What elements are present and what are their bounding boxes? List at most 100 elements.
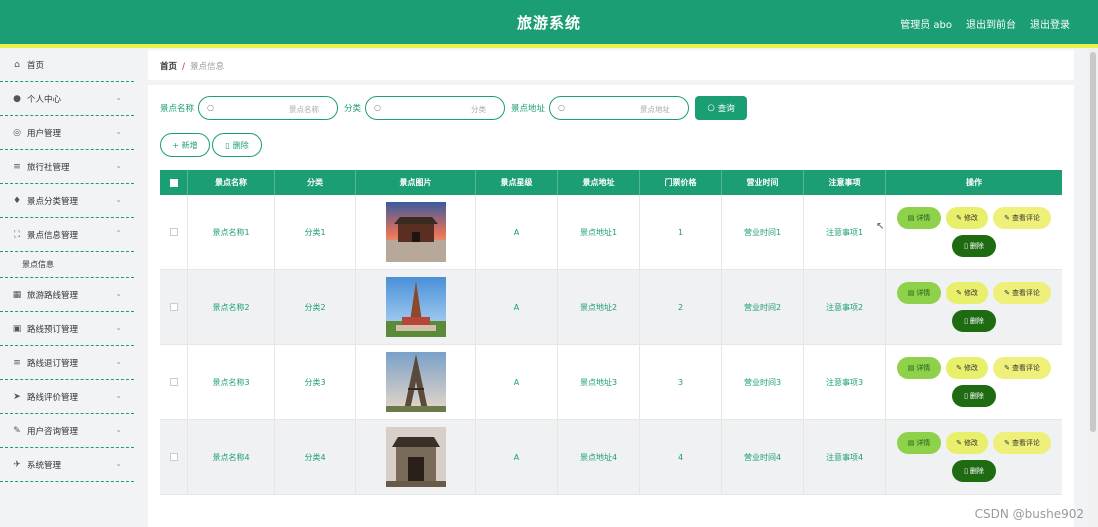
detail-button[interactable]: ▤ 详情 [897,207,941,229]
action-row: + 新增 ▯ 删除 [160,133,262,157]
chat-icon: ✎ [13,425,21,436]
table-header: 景点名称 分类 景点图片 景点星级 景点地址 门票价格 营业时间 注意事项 操作 [160,170,1062,195]
pencil-icon: ✎ [956,364,962,372]
edit-button-label: 修改 [963,289,978,297]
search-icon: ○ [558,103,566,112]
row-checkbox[interactable] [169,378,178,386]
col-header: 操作 [966,178,982,187]
detail-button-label: 详情 [916,289,931,297]
breadcrumb-home[interactable]: 首页 [160,62,177,72]
search-icon: ○ [207,103,214,112]
sidebar-item-spot-category[interactable]: ♦ 景点分类管理 ⌄ [0,184,134,218]
delete-button[interactable]: ▯ 删除 [952,235,996,257]
sidebar-item-route-booking[interactable]: ▣ 路线预订管理 ⌄ [0,312,134,346]
logout-link[interactable]: 退出登录 [1030,16,1070,31]
cell-image [356,270,476,344]
cell-address: 景点地址2 [558,270,640,344]
sidebar-item-route-cancel[interactable]: ≡ 路线退订管理 ⌄ [0,346,134,380]
trash-icon: ▯ [964,392,968,400]
spot-photo-eiffel-tower [385,352,446,412]
spot-name-input[interactable]: ○ 景点名称 [198,96,339,120]
sidebar-item-travel-agency[interactable]: ≡ 旅行社管理 ⌄ [0,150,134,184]
spot-name-label: 景点名称 [160,104,195,114]
view-comments-button[interactable]: ✎ 查看评论 [993,432,1051,454]
view-comments-button[interactable]: ✎ 查看评论 [993,357,1051,379]
top-header: 旅游系统 管理员 abo 退出到前台 退出登录 [0,0,1098,44]
chevron-down-icon: ⌄ [115,127,122,136]
sidebar-item-spot-info[interactable]: ⛶ 景点信息管理 ⌃ [0,218,134,252]
row-checkbox[interactable] [169,453,178,461]
col-header: 分类 [275,170,356,195]
sidebar-item-label: 路线评价管理 [27,392,79,403]
trash-icon: ▯ [225,140,230,150]
query-button-label: 查询 [717,104,735,114]
sidebar-item-personal-center[interactable]: ● 个人中心 ⌄ [0,82,134,116]
table-row: 景点名称3 分类3 A 景点地址3 3 营业时间3 注意事项3 ▤ 详情 ✎ 修… [160,345,1062,420]
row-select-cell [160,195,188,269]
cell-price: 3 [640,345,722,419]
cell-price: 2 [640,270,722,344]
col-header: 门票价格 [640,170,722,195]
sidebar-item-system[interactable]: ✈ 系统管理 ⌄ [0,448,134,482]
detail-button[interactable]: ▤ 详情 [897,432,941,454]
category-placeholder: 分类 [471,105,487,114]
sidebar-item-home[interactable]: ⌂ 首页 [0,48,134,82]
delete-button[interactable]: ▯ 删除 [952,310,996,332]
row-checkbox[interactable] [169,228,178,236]
admin-label: 管理员 abo [900,20,952,31]
select-all-checkbox[interactable] [169,178,178,187]
cell-operations: ▤ 详情 ✎ 修改 ✎ 查看评论 ▯ 删除 [886,270,1062,344]
detail-button[interactable]: ▤ 详情 [897,357,941,379]
col-header: 景点名称 [188,170,275,195]
cell-notes: 注意事项4 [804,420,886,494]
table-row: 景点名称4 分类4 A 景点地址4 4 营业时间4 注意事项4 ▤ 详情 ✎ 修… [160,420,1062,495]
chevron-down-icon: ⌄ [115,391,122,400]
view-comments-button[interactable]: ✎ 查看评论 [993,207,1051,229]
chevron-down-icon: ⌄ [115,459,122,468]
cell-hours: 营业时间2 [722,270,804,344]
sidebar-subitem-spot-info[interactable]: 景点信息 [0,252,134,278]
delete-button[interactable]: ▯ 删除 [952,385,996,407]
sidebar-item-routes[interactable]: ▦ 旅游路线管理 ⌄ [0,278,134,312]
category-label: 分类 [344,104,362,114]
scrollbar-thumb[interactable] [1090,52,1096,432]
chevron-down-icon: ⌄ [115,289,122,298]
sidebar-item-label: 用户咨询管理 [27,426,79,437]
cell-address: 景点地址4 [558,420,640,494]
breadcrumb-current: 景点信息 [190,62,225,72]
row-checkbox[interactable] [169,303,178,311]
send-icon: ➤ [13,391,21,402]
cell-operations: ▤ 详情 ✎ 修改 ✎ 查看评论 ▯ 删除 [886,345,1062,419]
doc-icon: ▤ [907,289,915,297]
batch-delete-button[interactable]: ▯ 删除 [212,133,262,157]
view-comments-button[interactable]: ✎ 查看评论 [993,282,1051,304]
page-scrollbar[interactable] [1088,48,1098,527]
mouse-cursor-icon: ↖ [876,221,885,232]
delete-button-label: 删除 [969,242,984,250]
col-header: 注意事项 [804,170,886,195]
spot-address-input[interactable]: ○ 景点地址 [549,96,690,120]
add-button[interactable]: + 新增 [160,133,210,157]
exit-to-front-link[interactable]: 退出到前台 [966,16,1016,31]
sidebar-item-label: 路线退订管理 [27,358,79,369]
category-input[interactable]: ○ 分类 [365,96,506,120]
edit-button[interactable]: ✎ 修改 [946,357,988,379]
search-icon: ○ [707,103,715,113]
cell-image [356,195,476,269]
detail-button[interactable]: ▤ 详情 [897,282,941,304]
chevron-down-icon: ⌄ [115,161,122,170]
pencil-icon: ✎ [1004,439,1010,447]
edit-button[interactable]: ✎ 修改 [946,207,988,229]
sidebar-item-label: 首页 [27,60,45,71]
header-actions: 管理员 abo 退出到前台 退出登录 [900,16,1070,31]
sidebar-item-user-consult[interactable]: ✎ 用户咨询管理 ⌄ [0,414,134,448]
sidebar-item-users[interactable]: ◎ 用户管理 ⌄ [0,116,134,150]
sidebar-item-route-review[interactable]: ➤ 路线评价管理 ⌄ [0,380,134,414]
row-select-cell [160,270,188,344]
query-button[interactable]: ○ 查询 [695,96,748,120]
cell-name: 景点名称3 [188,345,275,419]
edit-button[interactable]: ✎ 修改 [946,432,988,454]
cell-name: 景点名称2 [188,270,275,344]
delete-button[interactable]: ▯ 删除 [952,460,996,482]
edit-button[interactable]: ✎ 修改 [946,282,988,304]
